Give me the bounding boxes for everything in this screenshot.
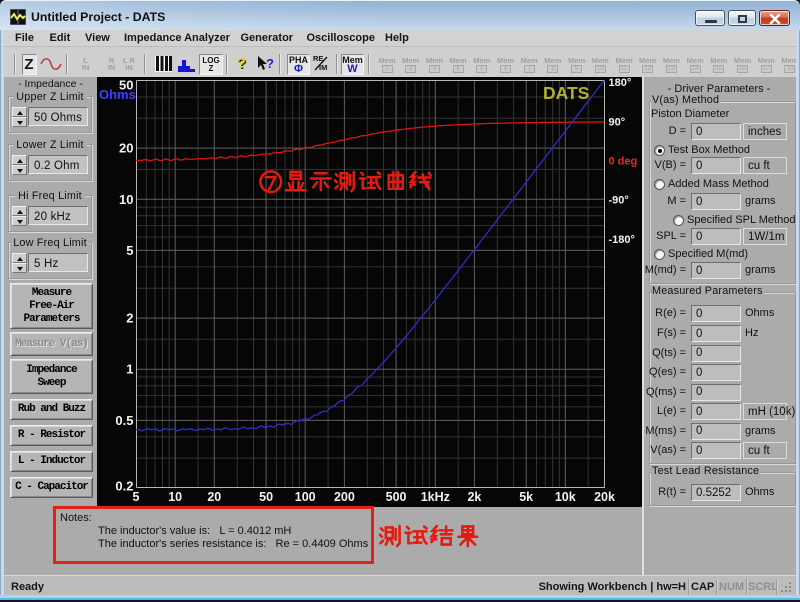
svg-text:Ohms: Ohms [99,87,136,102]
svg-text:5: 5 [126,243,133,258]
svg-text:200: 200 [334,490,355,504]
svg-text:2: 2 [126,311,133,326]
svg-text:10: 10 [119,192,133,207]
svg-text:10k: 10k [555,490,576,504]
svg-text:0.5: 0.5 [115,413,133,428]
svg-text:-180°: -180° [609,234,635,246]
svg-text:DATS: DATS [543,83,589,103]
svg-text:-90°: -90° [609,195,629,207]
svg-text:1: 1 [126,362,133,377]
svg-text:0.2: 0.2 [115,479,133,494]
svg-text:2k: 2k [467,490,481,504]
svg-text:20: 20 [207,490,221,504]
svg-text:20: 20 [119,141,133,156]
svg-text:100: 100 [295,490,316,504]
svg-text:5k: 5k [519,490,533,504]
svg-text:5: 5 [133,490,140,504]
svg-text:180°: 180° [609,77,632,89]
svg-text:50: 50 [259,490,273,504]
svg-text:?: ? [266,56,274,71]
svg-text:500: 500 [386,490,407,504]
svg-text:10: 10 [168,490,182,504]
svg-text:20k: 20k [594,490,615,504]
svg-text:1kHz: 1kHz [421,490,450,504]
svg-text:90°: 90° [609,116,626,128]
svg-text:0 deg: 0 deg [609,156,638,168]
